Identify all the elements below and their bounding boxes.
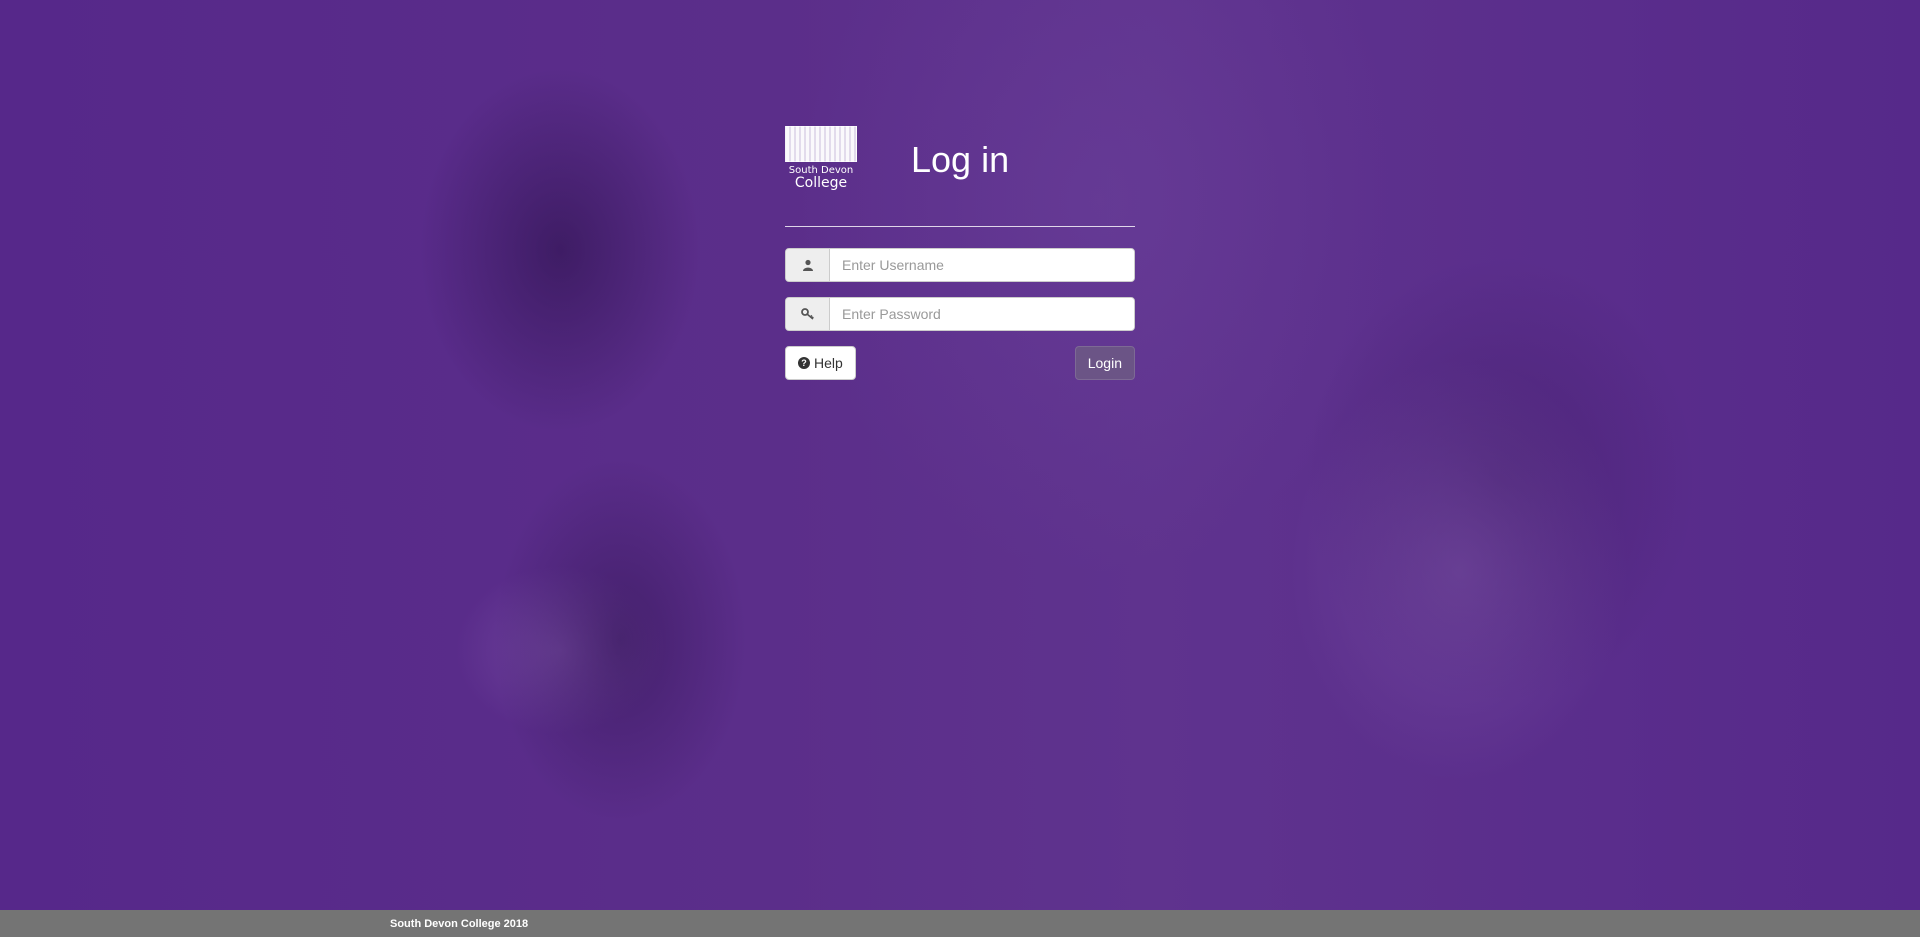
login-button[interactable]: Login	[1074, 346, 1135, 380]
login-panel: South Devon College Log in Enter Usernam…	[785, 125, 1135, 380]
question-circle-icon: ?	[798, 357, 810, 369]
college-logo: South Devon College	[785, 126, 857, 194]
username-input[interactable]	[830, 249, 1134, 281]
footer: South Devon College 2018	[0, 910, 1920, 937]
login-header: South Devon College Log in	[785, 125, 1135, 195]
password-input[interactable]	[830, 298, 1134, 330]
college-logo-image	[785, 126, 857, 162]
header-divider	[785, 226, 1135, 227]
form-actions: ? Help Login	[785, 346, 1135, 380]
footer-copyright: South Devon College 2018	[390, 917, 529, 930]
help-button-label: Help	[814, 355, 843, 371]
user-icon	[786, 249, 830, 281]
logo-title: College	[794, 175, 848, 191]
key-icon-glyph	[800, 308, 814, 320]
username-group	[785, 248, 1135, 282]
user-icon-glyph	[802, 259, 813, 271]
page-title: Log in	[911, 139, 1010, 180]
password-group	[785, 297, 1135, 331]
key-icon	[786, 298, 830, 330]
login-page: South Devon College Log in Enter Usernam…	[0, 0, 1920, 937]
help-button[interactable]: ? Help	[785, 346, 856, 380]
